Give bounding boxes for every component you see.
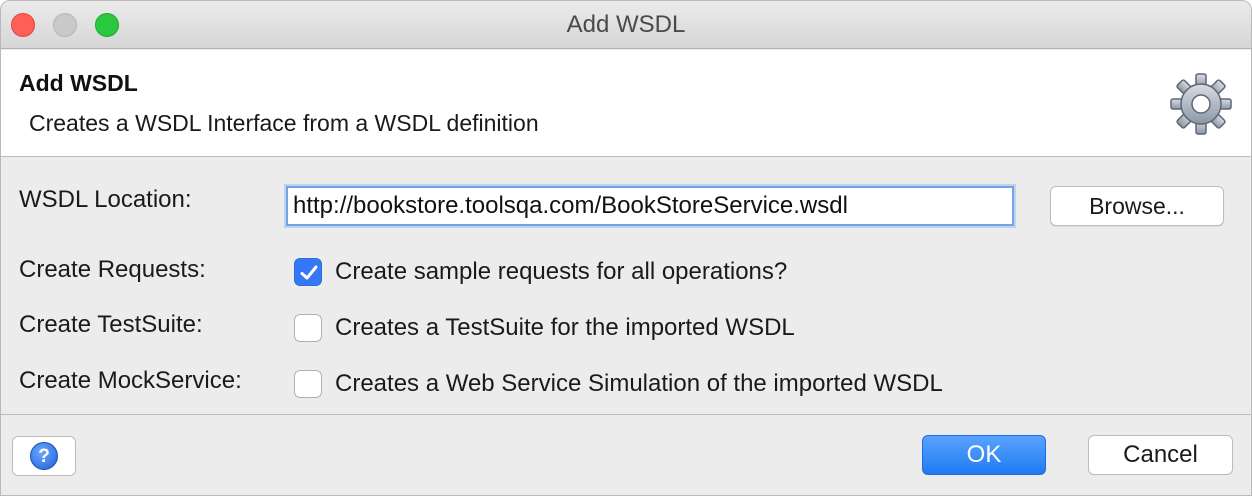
create-requests-checkbox[interactable] [294,258,322,286]
title-bar[interactable]: Add WSDL [1,1,1251,49]
create-testsuite-checkbox[interactable] [294,314,322,342]
cancel-button[interactable]: Cancel [1088,435,1233,475]
dialog-header: Add WSDL Creates a WSDL Interface from a… [1,50,1251,157]
header-title: Add WSDL [19,70,138,96]
dialog-footer: ? OK Cancel [1,414,1251,495]
wsdl-location-label: WSDL Location: [19,186,192,213]
create-testsuite-text: Creates a TestSuite for the imported WSD… [335,314,795,341]
checkmark-icon [300,265,318,280]
browse-button[interactable]: Browse... [1050,186,1224,226]
add-wsdl-dialog: Add WSDL Add WSDL Creates a WSDL Interfa… [0,0,1252,496]
window-title: Add WSDL [566,11,686,38]
header-description: Creates a WSDL Interface from a WSDL def… [29,110,539,136]
create-mockservice-label: Create MockService: [19,367,242,394]
create-requests-label: Create Requests: [19,256,206,283]
create-requests-text: Create sample requests for all operation… [335,258,788,285]
wsdl-form: WSDL Location: Browse... Create Requests… [1,158,1251,414]
gear-icon [1170,73,1232,135]
ok-button[interactable]: OK [922,435,1046,475]
create-testsuite-label: Create TestSuite: [19,311,203,338]
create-mockservice-checkbox[interactable] [294,370,322,398]
wsdl-location-input[interactable] [286,186,1014,226]
create-mockservice-text: Creates a Web Service Simulation of the … [335,370,943,397]
help-button[interactable]: ? [12,436,76,476]
help-icon: ? [30,442,58,470]
